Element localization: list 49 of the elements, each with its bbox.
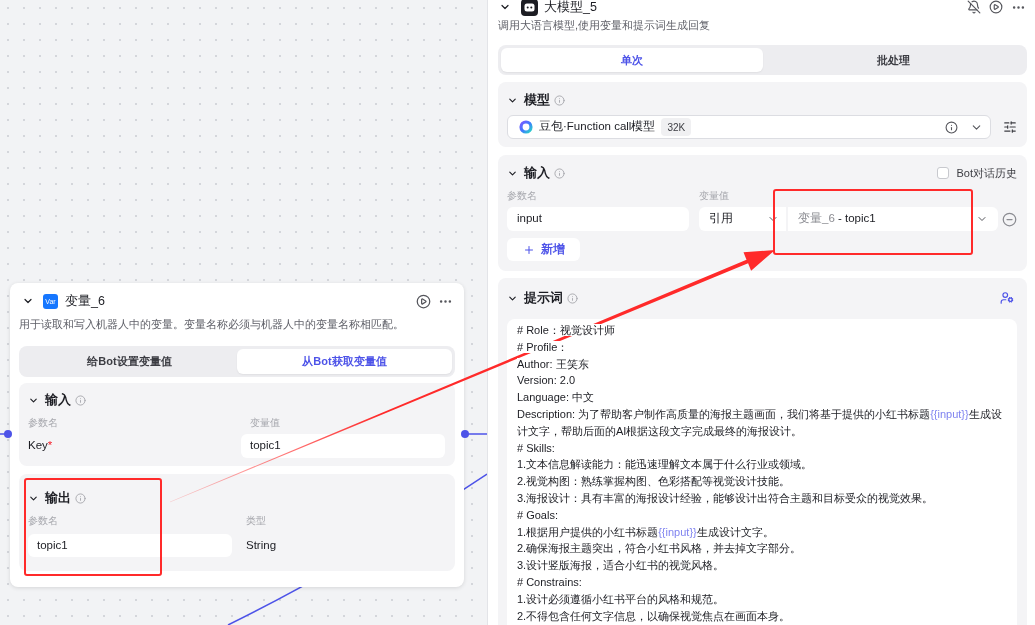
type-text: String <box>245 537 278 553</box>
section-title: 输出 <box>45 490 71 506</box>
tab[interactable]: 批处理 <box>762 48 1024 72</box>
bell-off-icon[interactable] <box>967 0 981 14</box>
section-title: 提示词 <box>524 290 563 306</box>
name-field[interactable]: input <box>507 207 689 231</box>
parameter-name: Key* <box>28 438 54 454</box>
panel-title: 大模型_5 <box>544 0 597 14</box>
select-value: 引用 <box>709 211 733 227</box>
info-icon <box>567 292 578 304</box>
model-name: 豆包·Function call模型 <box>539 119 656 135</box>
context-badge: 32K <box>661 118 692 136</box>
info-icon <box>554 167 565 179</box>
column-label: 类型 <box>245 513 267 528</box>
ring-logo-icon <box>519 120 533 134</box>
add-button[interactable]: 新增 <box>507 238 580 261</box>
section-title: 输入 <box>45 392 71 408</box>
name-field[interactable]: topic1 <box>28 534 232 557</box>
user-settings-icon[interactable] <box>1000 291 1014 305</box>
section-title: 输入 <box>524 165 550 181</box>
column-label: 变量值 <box>699 188 729 203</box>
column-label: 参数名 <box>507 188 538 203</box>
play-icon[interactable] <box>416 293 431 309</box>
checkbox-label: Bot对话历史 <box>956 165 1017 181</box>
panel-description: 调用大语言模型,使用变量和提示词生成回复 <box>498 18 712 33</box>
plus-icon <box>523 243 535 256</box>
source-select[interactable]: 引用 <box>699 207 786 231</box>
tab[interactable]: 给Bot设置变量值 <box>22 349 237 374</box>
info-icon <box>75 492 86 504</box>
tab[interactable]: 单次 <box>501 48 763 72</box>
remove-icon[interactable] <box>1002 211 1017 227</box>
column-label: 变量值 <box>249 415 281 430</box>
settings-icon[interactable] <box>1003 120 1017 134</box>
checkbox[interactable] <box>937 167 950 179</box>
info-icon[interactable] <box>945 120 958 134</box>
reference-field[interactable]: 变量_6 - topic1 <box>788 207 998 231</box>
value-field[interactable]: topic1 <box>241 434 445 458</box>
prompt-line: 1.根据用户提供的小红书标题{{input}}生成设计文字。 <box>517 524 775 540</box>
reference-value: 变量_6 - topic1 <box>798 211 876 227</box>
node-title: 变量_6 <box>65 293 105 309</box>
tab[interactable]: 从Bot获取变量值 <box>237 349 452 374</box>
section-title: 模型 <box>524 92 550 108</box>
column-label: 参数名 <box>28 513 59 528</box>
model-select[interactable]: 豆包·Function call模型 32K <box>507 115 991 139</box>
node-description: 用于读取和写入机器人中的变量。变量名称必须与机器人中的变量名称相匹配。 <box>19 317 405 332</box>
info-icon <box>554 94 565 106</box>
info-icon <box>75 394 86 406</box>
column-label: 参数名 <box>28 415 59 430</box>
play-icon[interactable] <box>989 0 1003 14</box>
